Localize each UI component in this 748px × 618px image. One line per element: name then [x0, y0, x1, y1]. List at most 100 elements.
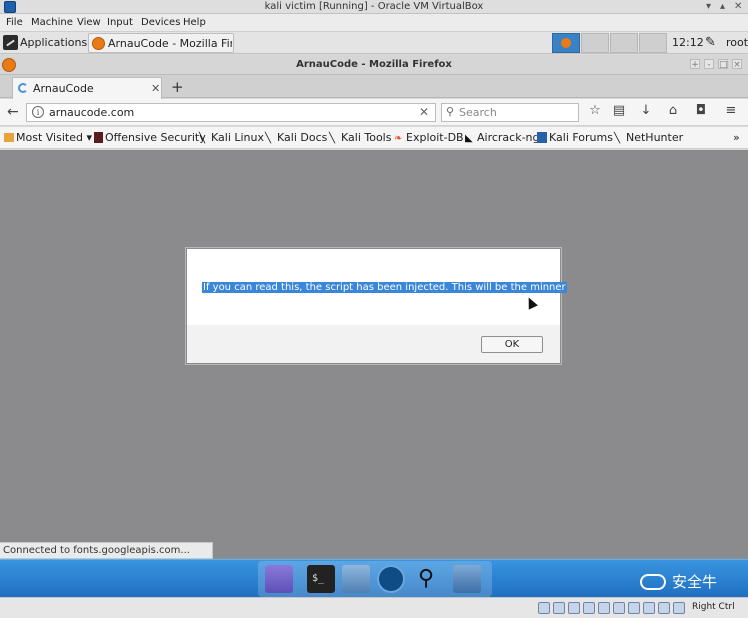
bookmark-offensive-security[interactable]: Offensive Security — [94, 131, 206, 144]
menu-input[interactable]: Input — [107, 17, 133, 28]
url-bar[interactable]: i arnaucode.com ✕ — [26, 103, 436, 122]
bookmark-nethunter[interactable]: ╲ NetHunter — [614, 131, 683, 144]
folder-icon — [4, 133, 14, 142]
navigation-toolbar: ← i arnaucode.com ✕ ⚲ Search ☆ ▤ ↓ ⌂ ◘ ≡ — [0, 99, 748, 126]
alert-message: If you can read this, the script has bee… — [202, 282, 567, 293]
bookmark-kali-docs[interactable]: ╲ Kali Docs — [265, 131, 327, 144]
mouse-integration-icon[interactable] — [673, 602, 685, 614]
optical-disk-icon[interactable] — [553, 602, 565, 614]
kali-icon: ╲ — [199, 133, 206, 144]
kali-dragon-icon[interactable] — [3, 35, 18, 50]
terminal-icon[interactable]: $_ — [307, 565, 335, 593]
maximize-icon[interactable]: ▴ — [720, 1, 725, 13]
url-text: arnaucode.com — [49, 106, 135, 119]
folder-icon[interactable] — [342, 565, 370, 593]
alert-body: If you can read this, the script has bee… — [187, 249, 567, 325]
loading-spinner-icon — [18, 83, 28, 93]
host-key-label: Right Ctrl — [692, 602, 735, 612]
search-placeholder: Search — [459, 106, 497, 119]
info-icon[interactable]: i — [32, 106, 44, 118]
bookmark-most-visited[interactable]: Most Visited ▾ — [4, 131, 92, 144]
firefox-title-bar: ArnauCode - Mozilla Firefox + - □ × — [0, 55, 748, 75]
workspace-3[interactable] — [610, 33, 638, 53]
back-arrow-icon[interactable]: ← — [7, 104, 19, 120]
usb-icon[interactable] — [598, 602, 610, 614]
ok-button[interactable]: OK — [481, 336, 543, 353]
url-clear-icon[interactable]: ✕ — [419, 105, 429, 119]
cpu-icon[interactable] — [658, 602, 670, 614]
star-icon[interactable]: ☆ — [587, 103, 603, 118]
menu-file[interactable]: File — [6, 17, 23, 28]
wechat-icon — [640, 574, 666, 590]
home-icon[interactable]: ⌂ — [665, 103, 681, 118]
bookmark-kali-forums[interactable]: Kali Forums — [537, 131, 613, 144]
display-icon[interactable] — [628, 602, 640, 614]
shared-folder-icon[interactable] — [613, 602, 625, 614]
hamburger-icon[interactable]: ≡ — [723, 103, 739, 118]
offsec-icon — [94, 132, 103, 143]
watermark-text: 安全牛 — [672, 573, 718, 591]
window-pin-icon[interactable]: + — [690, 59, 700, 70]
dock: $_ ⚲ — [0, 559, 748, 597]
window-close-icon[interactable]: × — [732, 59, 742, 70]
files-app-icon[interactable] — [265, 565, 293, 593]
kali-icon: ╲ — [614, 133, 621, 144]
vbox-title-bar: kali victim [Running] - Oracle VM Virtua… — [0, 0, 748, 14]
bookmark-label: Kali Docs — [277, 131, 328, 144]
search-icon: ⚲ — [446, 105, 455, 118]
menu-help[interactable]: Help — [183, 17, 206, 28]
new-tab-icon[interactable]: + — [171, 78, 184, 96]
download-icon[interactable]: ↓ — [638, 103, 654, 118]
bookmark-label: Exploit-DB — [406, 131, 464, 144]
watermark: 安全牛 — [640, 571, 717, 592]
audio-icon[interactable] — [568, 602, 580, 614]
bookmark-label: Kali Linux — [211, 131, 265, 144]
clipboard-icon[interactable]: ▤ — [611, 103, 627, 118]
bookmarks-toolbar: Most Visited ▾ Offensive Security ╲ Kali … — [0, 127, 748, 149]
magnifier-icon[interactable]: ⚲ — [412, 565, 440, 593]
aircrack-icon: ◣ — [465, 133, 473, 144]
recording-icon[interactable] — [643, 602, 655, 614]
menu-machine[interactable]: Machine — [31, 17, 73, 28]
vbox-status-bar: Right Ctrl — [0, 597, 748, 618]
workspace-2[interactable] — [581, 33, 609, 53]
kali-icon: ╲ — [265, 133, 272, 144]
pocket-icon[interactable]: ◘ — [693, 103, 709, 118]
vbox-menu-bar: File Machine View Input Devices Help — [0, 14, 748, 32]
workspace-1[interactable] — [552, 33, 580, 53]
firefox-icon — [92, 37, 105, 50]
firefox-window-title: ArnauCode - Mozilla Firefox — [296, 59, 452, 70]
menu-view[interactable]: View — [77, 17, 101, 28]
menu-devices[interactable]: Devices — [141, 17, 180, 28]
alert-dialog: If you can read this, the script has bee… — [186, 248, 567, 364]
close-icon[interactable]: ✕ — [734, 1, 742, 13]
bookmark-label: NetHunter — [626, 131, 684, 144]
tab-title: ArnauCode — [33, 82, 94, 95]
pen-icon[interactable]: ✎ — [705, 35, 716, 50]
bookmark-aircrack-ng[interactable]: ◣ Aircrack-ng — [465, 131, 540, 144]
hdd-icon[interactable] — [538, 602, 550, 614]
bookmarks-overflow-icon[interactable]: » — [733, 131, 740, 144]
bookmark-exploit-db[interactable]: ❧ Exploit-DB — [394, 131, 464, 144]
panel-clock[interactable]: 12:12 — [672, 36, 704, 49]
bookmark-kali-linux[interactable]: ╲ Kali Linux — [199, 131, 264, 144]
bookmark-kali-tools[interactable]: ╲ Kali Tools — [329, 131, 391, 144]
applications-menu[interactable]: Applications — [20, 36, 87, 49]
search-box[interactable]: ⚲ Search — [441, 103, 579, 122]
vbox-window-title: kali victim [Running] - Oracle VM Virtua… — [264, 1, 484, 12]
network-icon[interactable] — [583, 602, 595, 614]
taskbar-firefox-button[interactable]: ArnauCode - Mozilla Fire... — [88, 33, 234, 53]
window-maximize-icon[interactable]: □ — [718, 59, 728, 70]
workspace-4[interactable] — [639, 33, 667, 53]
bookmark-label: Offensive Security — [105, 131, 206, 144]
bookmark-label: Most Visited — [16, 131, 83, 144]
tab-arnaucode[interactable]: ArnauCode ✕ — [12, 77, 162, 99]
tab-close-icon[interactable]: ✕ — [151, 82, 160, 95]
browser-compass-icon[interactable] — [377, 565, 405, 593]
folder-icon[interactable] — [453, 565, 481, 593]
bookmark-label: Kali Forums — [549, 131, 613, 144]
minimize-icon[interactable]: ▾ — [706, 1, 711, 13]
window-minimize-icon[interactable]: - — [704, 59, 714, 70]
bookmark-label: Aircrack-ng — [477, 131, 540, 144]
panel-user[interactable]: root — [726, 36, 748, 49]
